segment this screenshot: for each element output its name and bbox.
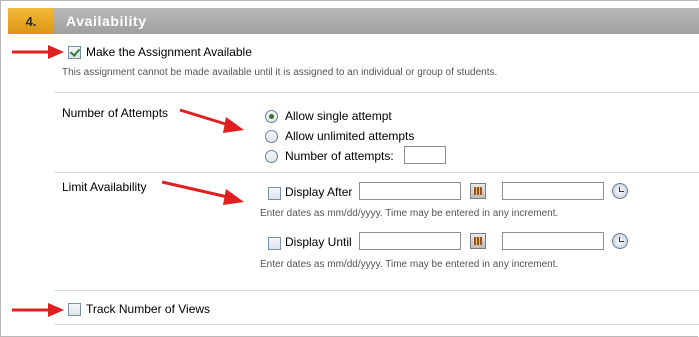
track-views-label: Track Number of Views — [86, 302, 211, 316]
track-views-checkbox[interactable] — [68, 303, 81, 316]
attempts-label: Number of Attempts — [62, 106, 169, 120]
display-until-time-input[interactable] — [502, 232, 604, 250]
radio-single-attempt-label: Allow single attempt — [285, 109, 392, 123]
display-until-hint: Enter dates as mm/dd/yyyy. Time may be e… — [260, 259, 559, 270]
arrow-right-icon — [12, 45, 64, 59]
divider — [54, 172, 699, 173]
radio-unlimited-attempts[interactable] — [265, 130, 278, 143]
section-title: Availability — [66, 13, 147, 29]
clock-icon[interactable] — [612, 233, 628, 249]
display-after-hint: Enter dates as mm/dd/yyyy. Time may be e… — [260, 208, 559, 219]
display-until-date-input[interactable] — [359, 232, 461, 250]
radio-unlimited-attempts-label: Allow unlimited attempts — [285, 129, 415, 143]
radio-number-of-attempts-label: Number of attempts: — [285, 149, 394, 163]
make-available-checkbox[interactable] — [68, 46, 81, 59]
clock-icon[interactable] — [612, 183, 628, 199]
arrow-right-icon — [161, 180, 244, 205]
calendar-icon[interactable] — [470, 183, 486, 199]
display-until-checkbox[interactable] — [268, 237, 281, 250]
divider — [54, 290, 699, 291]
display-after-time-input[interactable] — [502, 182, 604, 200]
arrow-right-icon — [12, 303, 64, 317]
radio-single-attempt[interactable] — [265, 110, 278, 123]
make-available-note: This assignment cannot be made available… — [62, 67, 498, 78]
divider — [54, 324, 699, 325]
limit-availability-label: Limit Availability — [62, 180, 147, 194]
make-available-label: Make the Assignment Available — [86, 45, 252, 59]
arrow-right-icon — [179, 108, 244, 133]
radio-number-of-attempts[interactable] — [265, 150, 278, 163]
display-after-label: Display After — [285, 185, 353, 199]
divider — [54, 92, 699, 93]
display-until-label: Display Until — [285, 235, 352, 249]
display-after-date-input[interactable] — [359, 182, 461, 200]
section-header: 4. Availability — [8, 8, 699, 34]
attempts-count-input[interactable] — [404, 146, 446, 164]
display-after-checkbox[interactable] — [268, 187, 281, 200]
calendar-icon[interactable] — [470, 233, 486, 249]
section-number: 4. — [8, 8, 54, 34]
